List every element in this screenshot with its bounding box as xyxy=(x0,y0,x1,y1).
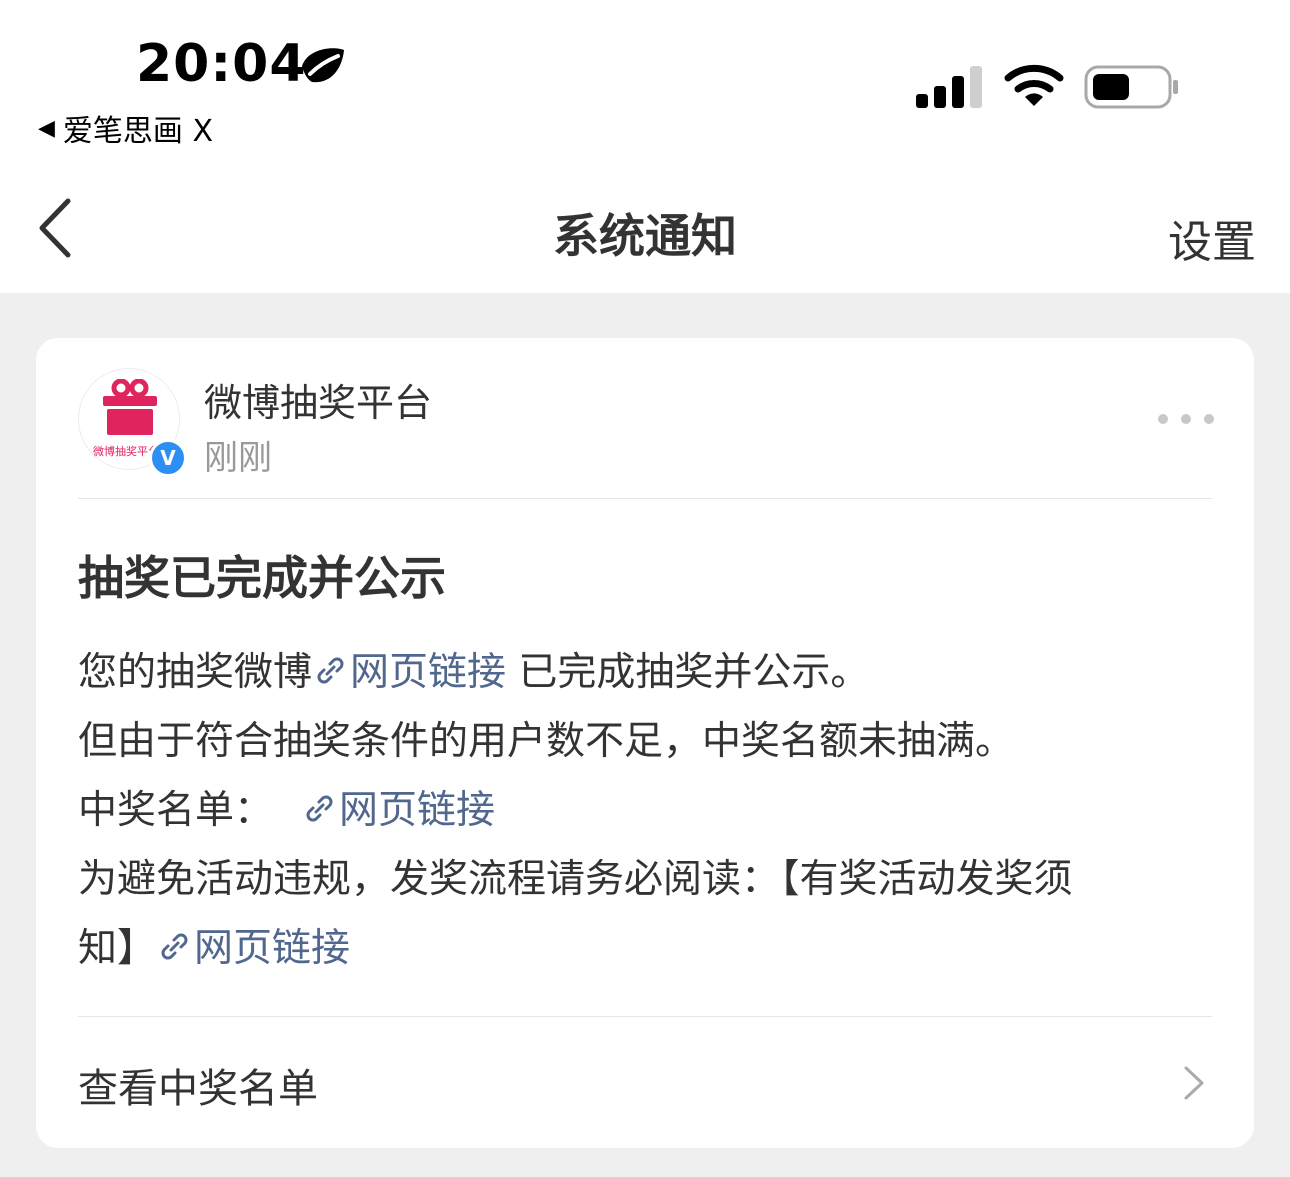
status-time: 20:04 xyxy=(136,34,307,94)
avatar[interactable]: 微博抽奖平台 V xyxy=(78,368,187,477)
footer-divider xyxy=(78,1016,1212,1017)
weibo-web-link[interactable]: 网页链接 xyxy=(312,650,506,695)
message-timestamp: 刚刚 xyxy=(204,438,272,478)
body-line-3: 中奖名单： 网页链接 xyxy=(78,788,496,833)
status-bar: 20:04 ◀ 爱笔思画 X xyxy=(0,0,1290,160)
cellular-signal-icon xyxy=(916,66,982,108)
link-icon xyxy=(161,933,188,960)
more-options-icon[interactable] xyxy=(1158,412,1214,426)
back-triangle-icon: ◀ xyxy=(38,115,55,141)
nav-bar: 系统通知 设置 xyxy=(0,160,1290,293)
notification-card: 微博抽奖平台 V 微博抽奖平台 刚刚 抽奖已完成并公示 您的抽奖微博 网页链接 已… xyxy=(36,338,1254,1148)
link-icon xyxy=(317,657,344,684)
body-line-4: 为避免活动违规，发奖流程请务必阅读：【有奖活动发奖须 xyxy=(78,857,1073,902)
back-to-app-link[interactable]: ◀ 爱笔思画 X xyxy=(38,106,213,150)
chevron-right-icon[interactable] xyxy=(1182,1064,1206,1102)
message-body: 您的抽奖微博 网页链接 已完成抽奖并公示。 但由于符合抽奖条件的用户数不足，中奖名… xyxy=(78,638,1218,983)
gift-icon xyxy=(103,379,157,435)
verified-badge-icon: V xyxy=(149,439,187,477)
header-divider xyxy=(78,498,1212,499)
focus-mode-icon xyxy=(302,48,344,83)
link-icon xyxy=(306,795,333,822)
back-app-label: 爱笔思画 X xyxy=(62,114,214,149)
winners-web-link[interactable]: 网页链接 xyxy=(301,788,495,833)
body-line-5: 知】 网页链接 xyxy=(78,926,351,971)
sender-name[interactable]: 微博抽奖平台 xyxy=(204,372,432,427)
body-line-2: 但由于符合抽奖条件的用户数不足，中奖名额未抽满。 xyxy=(78,719,1015,764)
settings-button[interactable]: 设置 xyxy=(1168,206,1256,270)
page-title: 系统通知 xyxy=(553,209,737,263)
battery-icon xyxy=(1084,65,1178,109)
message-title: 抽奖已完成并公示 xyxy=(78,551,446,605)
view-winners-button[interactable]: 查看中奖名单 xyxy=(78,1056,318,1114)
body-line-1: 您的抽奖微博 网页链接 已完成抽奖并公示。 xyxy=(78,650,870,695)
notice-web-link[interactable]: 网页链接 xyxy=(156,926,350,971)
wifi-icon xyxy=(1004,64,1064,106)
